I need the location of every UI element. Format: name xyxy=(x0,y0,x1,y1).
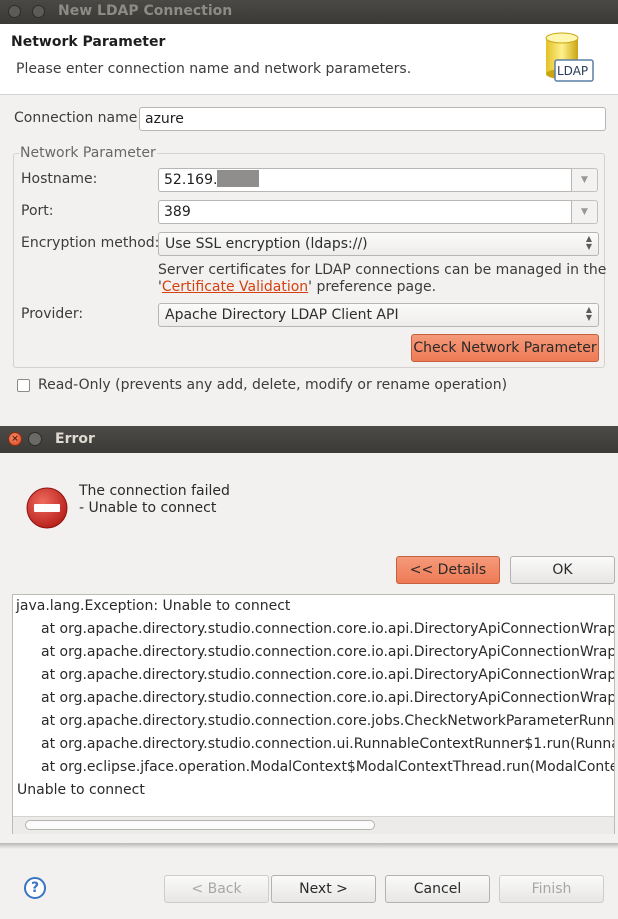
scrollbar-thumb[interactable] xyxy=(25,820,375,830)
encryption-method-select[interactable]: Use SSL encryption (ldaps://) ▲ ▼ xyxy=(158,232,599,256)
port-dropdown-icon[interactable]: ▼ xyxy=(572,200,598,224)
list-item: at org.eclipse.jface.operation.ModalCont… xyxy=(41,759,615,775)
next-button[interactable]: Next > xyxy=(271,875,376,903)
help-icon[interactable]: ? xyxy=(24,877,46,899)
page-description: Please enter connection name and network… xyxy=(16,61,412,77)
certificate-validation-link[interactable]: Certificate Validation xyxy=(162,279,308,295)
maximize-icon[interactable] xyxy=(28,432,42,446)
provider-label: Provider: xyxy=(21,306,84,322)
list-item: at org.apache.directory.studio.connectio… xyxy=(41,667,615,683)
encryption-method-label: Encryption method: xyxy=(21,235,160,251)
close-icon[interactable]: × xyxy=(8,432,22,446)
window-title: New LDAP Connection xyxy=(58,3,233,19)
list-item: java.lang.Exception: Unable to connect xyxy=(16,598,291,614)
error-icon xyxy=(26,487,68,529)
ldap-icon-label: LDAP xyxy=(557,64,589,78)
provider-select[interactable]: Apache Directory LDAP Client API ▲ ▼ xyxy=(158,303,599,327)
hostname-label: Hostname: xyxy=(21,171,98,187)
read-only-label: Read-Only (prevents any add, delete, mod… xyxy=(38,377,508,393)
certificate-note-suffix: ' preference page. xyxy=(308,279,437,295)
details-button[interactable]: << Details xyxy=(396,556,500,584)
finish-button[interactable]: Finish xyxy=(499,875,604,903)
connection-name-label: Connection name: xyxy=(14,110,143,126)
list-item: at org.apache.directory.studio.connectio… xyxy=(41,713,615,729)
cancel-button[interactable]: Cancel xyxy=(385,875,490,903)
provider-value: Apache Directory LDAP Client API xyxy=(165,307,399,323)
network-parameter-group-title: Network Parameter xyxy=(19,145,157,161)
check-network-parameter-button[interactable]: Check Network Parameter xyxy=(411,334,599,362)
encryption-method-value: Use SSL encryption (ldaps://) xyxy=(165,236,368,252)
back-button[interactable]: < Back xyxy=(164,875,269,903)
hostname-dropdown-icon[interactable]: ▼ xyxy=(572,168,598,192)
select-arrows-icon: ▲ ▼ xyxy=(585,305,592,322)
hostname-value: 52.169. xyxy=(164,172,218,188)
list-item: Unable to connect xyxy=(17,782,145,798)
list-item: at org.apache.directory.studio.connectio… xyxy=(41,690,615,706)
horizontal-scrollbar[interactable] xyxy=(13,816,614,834)
ok-button[interactable]: OK xyxy=(510,556,615,584)
dialog-shadow xyxy=(0,843,618,849)
error-message-line2: - Unable to connect xyxy=(79,500,217,516)
certificate-note-line1: Server certificates for LDAP connections… xyxy=(158,262,607,278)
list-item: at org.apache.directory.studio.connectio… xyxy=(41,621,615,637)
list-item: at org.apache.directory.studio.connectio… xyxy=(41,644,615,660)
close-icon[interactable] xyxy=(8,5,21,18)
redacted-block xyxy=(217,170,260,187)
select-arrows-icon: ▲ ▼ xyxy=(585,234,592,251)
maximize-icon[interactable] xyxy=(32,5,45,18)
read-only-checkbox[interactable] xyxy=(17,379,30,392)
hostname-input[interactable]: 52.169. xyxy=(158,168,572,192)
certificate-note-line2: 'Certificate Validation' preference page… xyxy=(158,279,436,295)
error-details-list[interactable]: java.lang.Exception: Unable to connect a… xyxy=(12,594,615,834)
page-title: Network Parameter xyxy=(11,34,166,50)
list-item: at org.apache.directory.studio.connectio… xyxy=(41,736,614,752)
error-message-line1: The connection failed xyxy=(79,483,230,499)
connection-name-input[interactable]: azure xyxy=(139,107,606,131)
error-dialog-title: Error xyxy=(55,431,95,447)
ldap-database-icon: LDAP xyxy=(544,30,594,82)
port-input[interactable]: 389 xyxy=(158,200,572,224)
port-label: Port: xyxy=(21,203,54,219)
